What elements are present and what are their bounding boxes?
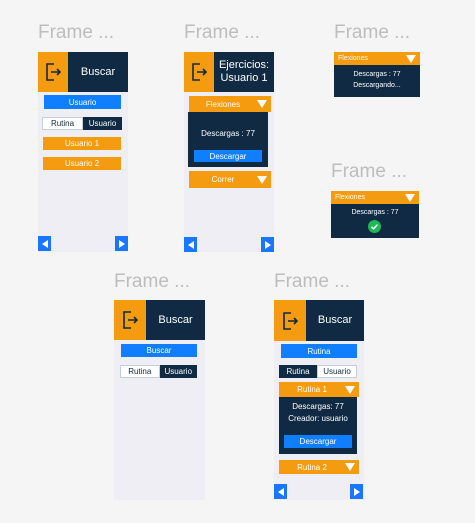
dropdown-correr[interactable]: Correr — [189, 171, 271, 188]
usuario-button[interactable]: Usuario — [44, 95, 121, 109]
frame-1: Buscar Usuario Rutina Usuario Usuario 1 … — [38, 52, 128, 252]
dropdown-label: Correr — [211, 175, 235, 184]
logout-icon — [46, 63, 61, 81]
view-toggle: Rutina Usuario — [279, 365, 357, 378]
downloads-count: Descargas: 77 — [292, 402, 344, 411]
chevron-left-icon — [187, 240, 194, 249]
next-button[interactable] — [115, 236, 128, 251]
dropdown-rutina-1[interactable]: Rutina 1 — [279, 382, 359, 397]
check-circle-icon — [368, 220, 381, 233]
chevron-left-icon — [41, 239, 48, 248]
creator-label: Creador: usuario — [288, 414, 348, 423]
chevron-left-icon — [277, 487, 284, 496]
logout-button[interactable] — [184, 52, 214, 92]
frame-4: Flexiones Descargas : 77 — [331, 191, 419, 238]
logout-icon — [123, 311, 138, 329]
tab-usuario[interactable]: Usuario — [159, 365, 197, 378]
tab-usuario[interactable]: Usuario — [317, 365, 357, 378]
list-item[interactable]: Usuario 2 — [43, 157, 121, 170]
chevron-right-icon — [353, 487, 360, 496]
downloads-count: Descargas : 77 — [351, 209, 399, 216]
descargar-button[interactable]: Descargar — [284, 435, 352, 448]
logout-button[interactable] — [114, 300, 146, 340]
caret-down-icon — [257, 175, 267, 184]
frame-5-title: Frame ... — [114, 271, 191, 292]
tab-usuario[interactable]: Usuario — [83, 117, 122, 130]
logout-icon — [192, 63, 207, 81]
dropdown-panel: Descargas: 77 Creador: usuario Descargar — [279, 397, 357, 454]
tab-rutina[interactable]: Rutina — [120, 365, 160, 378]
frame-5: Buscar Buscar Rutina Usuario — [114, 300, 205, 500]
list-item[interactable]: Usuario 1 — [43, 137, 121, 150]
dropdown-panel: Descargas : 77 Descargar — [188, 112, 268, 167]
header-title: Buscar — [306, 300, 364, 341]
frame-6: Buscar Rutina Rutina Usuario Rutina 1 De… — [274, 300, 364, 500]
frame-4-title: Frame ... — [331, 161, 408, 182]
caret-down-icon — [345, 385, 355, 394]
dropdown-flexiones[interactable]: Flexiones — [189, 96, 271, 112]
rutina-button[interactable]: Rutina — [281, 344, 357, 358]
descargar-button[interactable]: Descargar — [194, 150, 262, 162]
next-button[interactable] — [350, 484, 363, 499]
dropdown-label: Flexiones — [205, 99, 241, 109]
frame-6-title: Frame ... — [274, 271, 351, 292]
prev-button[interactable] — [184, 237, 197, 252]
view-toggle: Rutina Usuario — [42, 117, 122, 130]
dropdown-label: Flexiones — [335, 194, 365, 201]
buscar-button[interactable]: Buscar — [121, 344, 197, 357]
header-title: Buscar — [146, 300, 205, 340]
caret-down-icon — [405, 193, 415, 202]
dropdown-flexiones[interactable]: Flexiones — [334, 52, 420, 65]
logout-button[interactable] — [38, 52, 68, 92]
header-title: Ejercicios: Usuario 1 — [214, 52, 274, 92]
caret-down-icon — [345, 463, 355, 471]
frame-1-title: Frame ... — [38, 22, 115, 43]
tab-rutina[interactable]: Rutina — [42, 117, 83, 130]
chevron-right-icon — [118, 239, 125, 248]
dropdown-label: Rutina 1 — [297, 385, 327, 394]
header-title: Buscar — [68, 52, 128, 92]
logout-button[interactable] — [274, 300, 306, 341]
frame-2-title: Frame ... — [184, 22, 261, 43]
dropdown-rutina-2[interactable]: Rutina 2 — [279, 460, 359, 474]
chevron-right-icon — [264, 240, 271, 249]
prev-button[interactable] — [38, 236, 51, 251]
download-status: Descargando... — [353, 82, 401, 89]
tab-rutina[interactable]: Rutina — [279, 365, 317, 378]
dropdown-label: Rutina 2 — [297, 462, 327, 472]
next-button[interactable] — [261, 237, 274, 252]
frame-3: Flexiones Descargas : 77 Descargando... — [334, 52, 420, 97]
frame-2: Ejercicios: Usuario 1 Flexiones Descarga… — [184, 52, 274, 252]
caret-down-icon — [406, 54, 416, 63]
caret-down-icon — [257, 100, 267, 108]
logout-icon — [283, 311, 298, 330]
view-toggle: Rutina Usuario — [120, 365, 197, 378]
downloads-count: Descargas : 77 — [201, 129, 255, 138]
downloads-count: Descargas : 77 — [353, 71, 401, 78]
dropdown-label: Flexiones — [338, 55, 368, 62]
dropdown-flexiones[interactable]: Flexiones — [331, 191, 419, 204]
prev-button[interactable] — [274, 484, 287, 499]
frame-3-title: Frame ... — [334, 22, 411, 43]
